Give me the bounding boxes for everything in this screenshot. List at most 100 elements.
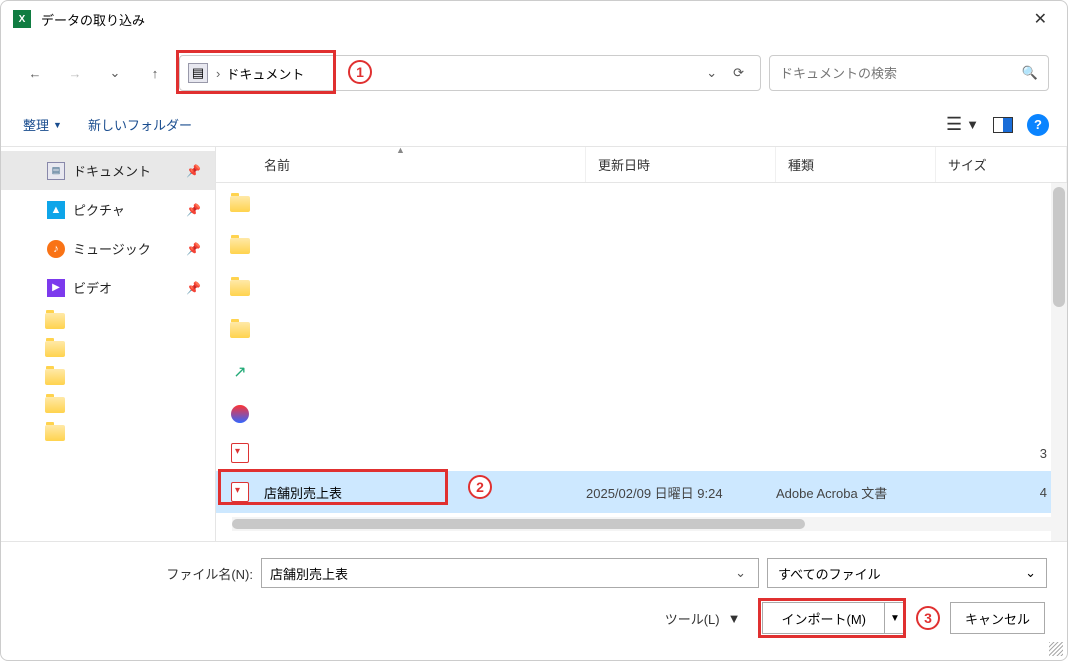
sidebar-item-label: ピクチャ: [73, 200, 125, 219]
videos-icon: ▶: [47, 279, 65, 297]
import-button[interactable]: インポート(M): [762, 602, 884, 634]
back-button[interactable]: ←: [19, 57, 51, 89]
view-mode-button[interactable]: ☰ ▼: [946, 114, 979, 135]
file-row-app[interactable]: ↗: [216, 351, 1067, 393]
pdf-icon: [231, 482, 249, 502]
organize-menu[interactable]: 整理 ▼: [19, 109, 66, 140]
filename-combobox[interactable]: ⌄: [261, 558, 759, 588]
search-box[interactable]: 🔍: [769, 55, 1049, 91]
file-row-folder[interactable]: [216, 183, 1067, 225]
filename-label: ファイル名(N):: [161, 564, 253, 583]
location-icon: ▤: [188, 63, 208, 83]
folder-icon: [45, 425, 65, 441]
sidebar-folder[interactable]: [1, 335, 215, 363]
new-folder-label: 新しいフォルダー: [88, 115, 192, 134]
preview-pane-button[interactable]: [993, 117, 1013, 133]
music-icon: ♪: [47, 240, 65, 258]
sidebar-folder[interactable]: [1, 391, 215, 419]
chevron-down-icon: ▼: [728, 611, 741, 626]
filename-dropdown-icon[interactable]: ⌄: [731, 565, 750, 581]
file-name: 店舗別売上表: [264, 483, 586, 502]
chevron-down-icon: ▼: [890, 613, 900, 624]
list-view-icon: ☰: [946, 114, 962, 135]
address-dropdown-icon[interactable]: ⌄: [702, 61, 721, 85]
file-list-pane: ▲ 名前 更新日時 種類 サイズ ↗ 3 2 店舗別売上表: [216, 147, 1067, 541]
scrollbar-thumb[interactable]: [232, 519, 805, 529]
sidebar-item-documents[interactable]: ▤ ドキュメント 📌: [1, 151, 215, 190]
cancel-button[interactable]: キャンセル: [950, 602, 1045, 634]
filename-input[interactable]: [270, 566, 731, 581]
chevron-down-icon: ⌄: [1025, 565, 1036, 581]
pictures-icon: ▲: [47, 201, 65, 219]
tools-menu[interactable]: ツール(L) ▼: [665, 609, 741, 628]
pdf-icon: [231, 443, 249, 463]
folder-icon: [230, 196, 250, 212]
organize-label: 整理: [23, 115, 49, 134]
file-row-selected[interactable]: 2 店舗別売上表 2025/02/09 日曜日 9:24 Adobe Acrob…: [216, 471, 1067, 513]
annotation-number-3: 3: [916, 606, 940, 630]
file-type: Adobe Acroba 文書: [776, 483, 936, 502]
chevron-down-icon: ▼: [966, 117, 979, 132]
file-row-pdf[interactable]: 3: [216, 435, 1067, 471]
scrollbar-thumb[interactable]: [1053, 187, 1065, 307]
sidebar-item-videos[interactable]: ▶ ビデオ 📌: [1, 268, 215, 307]
filter-label: すべてのファイル: [778, 564, 881, 583]
column-size[interactable]: サイズ: [936, 147, 1067, 182]
sidebar-folder[interactable]: [1, 363, 215, 391]
media-app-icon: [231, 405, 249, 423]
folder-icon: [230, 280, 250, 296]
column-name-label: 名前: [264, 158, 290, 173]
new-folder-button[interactable]: 新しいフォルダー: [84, 109, 196, 140]
breadcrumb-chevron-icon: ›: [216, 66, 220, 81]
navigation-sidebar: ▤ ドキュメント 📌 ▲ ピクチャ 📌 ♪ ミュージック 📌 ▶ ビデオ 📌: [1, 147, 216, 541]
documents-icon: ▤: [47, 162, 65, 180]
sidebar-item-pictures[interactable]: ▲ ピクチャ 📌: [1, 190, 215, 229]
pin-icon[interactable]: 📌: [186, 281, 201, 295]
column-headers: ▲ 名前 更新日時 種類 サイズ: [216, 147, 1067, 183]
pin-icon[interactable]: 📌: [186, 203, 201, 217]
column-type[interactable]: 種類: [776, 147, 936, 182]
pin-icon[interactable]: 📌: [186, 164, 201, 178]
folder-icon: [45, 313, 65, 329]
tools-label: ツール(L): [665, 609, 720, 628]
search-input[interactable]: [780, 66, 1022, 81]
breadcrumb-location[interactable]: ドキュメント: [226, 64, 304, 83]
column-date[interactable]: 更新日時: [586, 147, 776, 182]
file-row-folder[interactable]: [216, 309, 1067, 351]
forward-button[interactable]: →: [59, 57, 91, 89]
preview-pane-icon: [993, 117, 1013, 133]
folder-icon: [45, 341, 65, 357]
vertical-scrollbar[interactable]: [1051, 183, 1067, 541]
sidebar-folder[interactable]: [1, 307, 215, 335]
resize-grip[interactable]: [1049, 642, 1063, 656]
address-bar[interactable]: 1 ▤ › ドキュメント ⌄ ⟳: [179, 55, 761, 91]
up-button[interactable]: ↑: [139, 57, 171, 89]
folder-icon: [45, 369, 65, 385]
file-size: 3: [936, 446, 1067, 461]
app-shortcut-icon: ↗: [233, 362, 246, 382]
window-title: データの取り込み: [41, 10, 1026, 29]
chevron-down-icon: ▼: [53, 120, 62, 130]
horizontal-scrollbar[interactable]: [232, 517, 1051, 531]
excel-app-icon: X: [13, 10, 31, 28]
help-button[interactable]: ?: [1027, 114, 1049, 136]
sidebar-folder[interactable]: [1, 419, 215, 447]
sidebar-item-music[interactable]: ♪ ミュージック 📌: [1, 229, 215, 268]
sidebar-item-label: ビデオ: [73, 278, 112, 297]
folder-icon: [45, 397, 65, 413]
file-size: 4: [936, 485, 1067, 500]
folder-icon: [230, 322, 250, 338]
refresh-button[interactable]: ⟳: [725, 61, 752, 85]
file-filter-select[interactable]: すべてのファイル ⌄: [767, 558, 1047, 588]
column-name[interactable]: ▲ 名前: [216, 147, 586, 182]
annotation-number-1: 1: [348, 60, 372, 84]
file-row-folder[interactable]: [216, 267, 1067, 309]
import-dropdown[interactable]: ▼: [884, 602, 906, 634]
recent-dropdown[interactable]: ⌄: [99, 57, 131, 89]
sort-indicator-icon: ▲: [396, 147, 405, 155]
file-row-app[interactable]: [216, 393, 1067, 435]
file-row-folder[interactable]: [216, 225, 1067, 267]
pin-icon[interactable]: 📌: [186, 242, 201, 256]
search-icon[interactable]: 🔍: [1022, 65, 1038, 81]
close-button[interactable]: ✕: [1026, 5, 1055, 33]
